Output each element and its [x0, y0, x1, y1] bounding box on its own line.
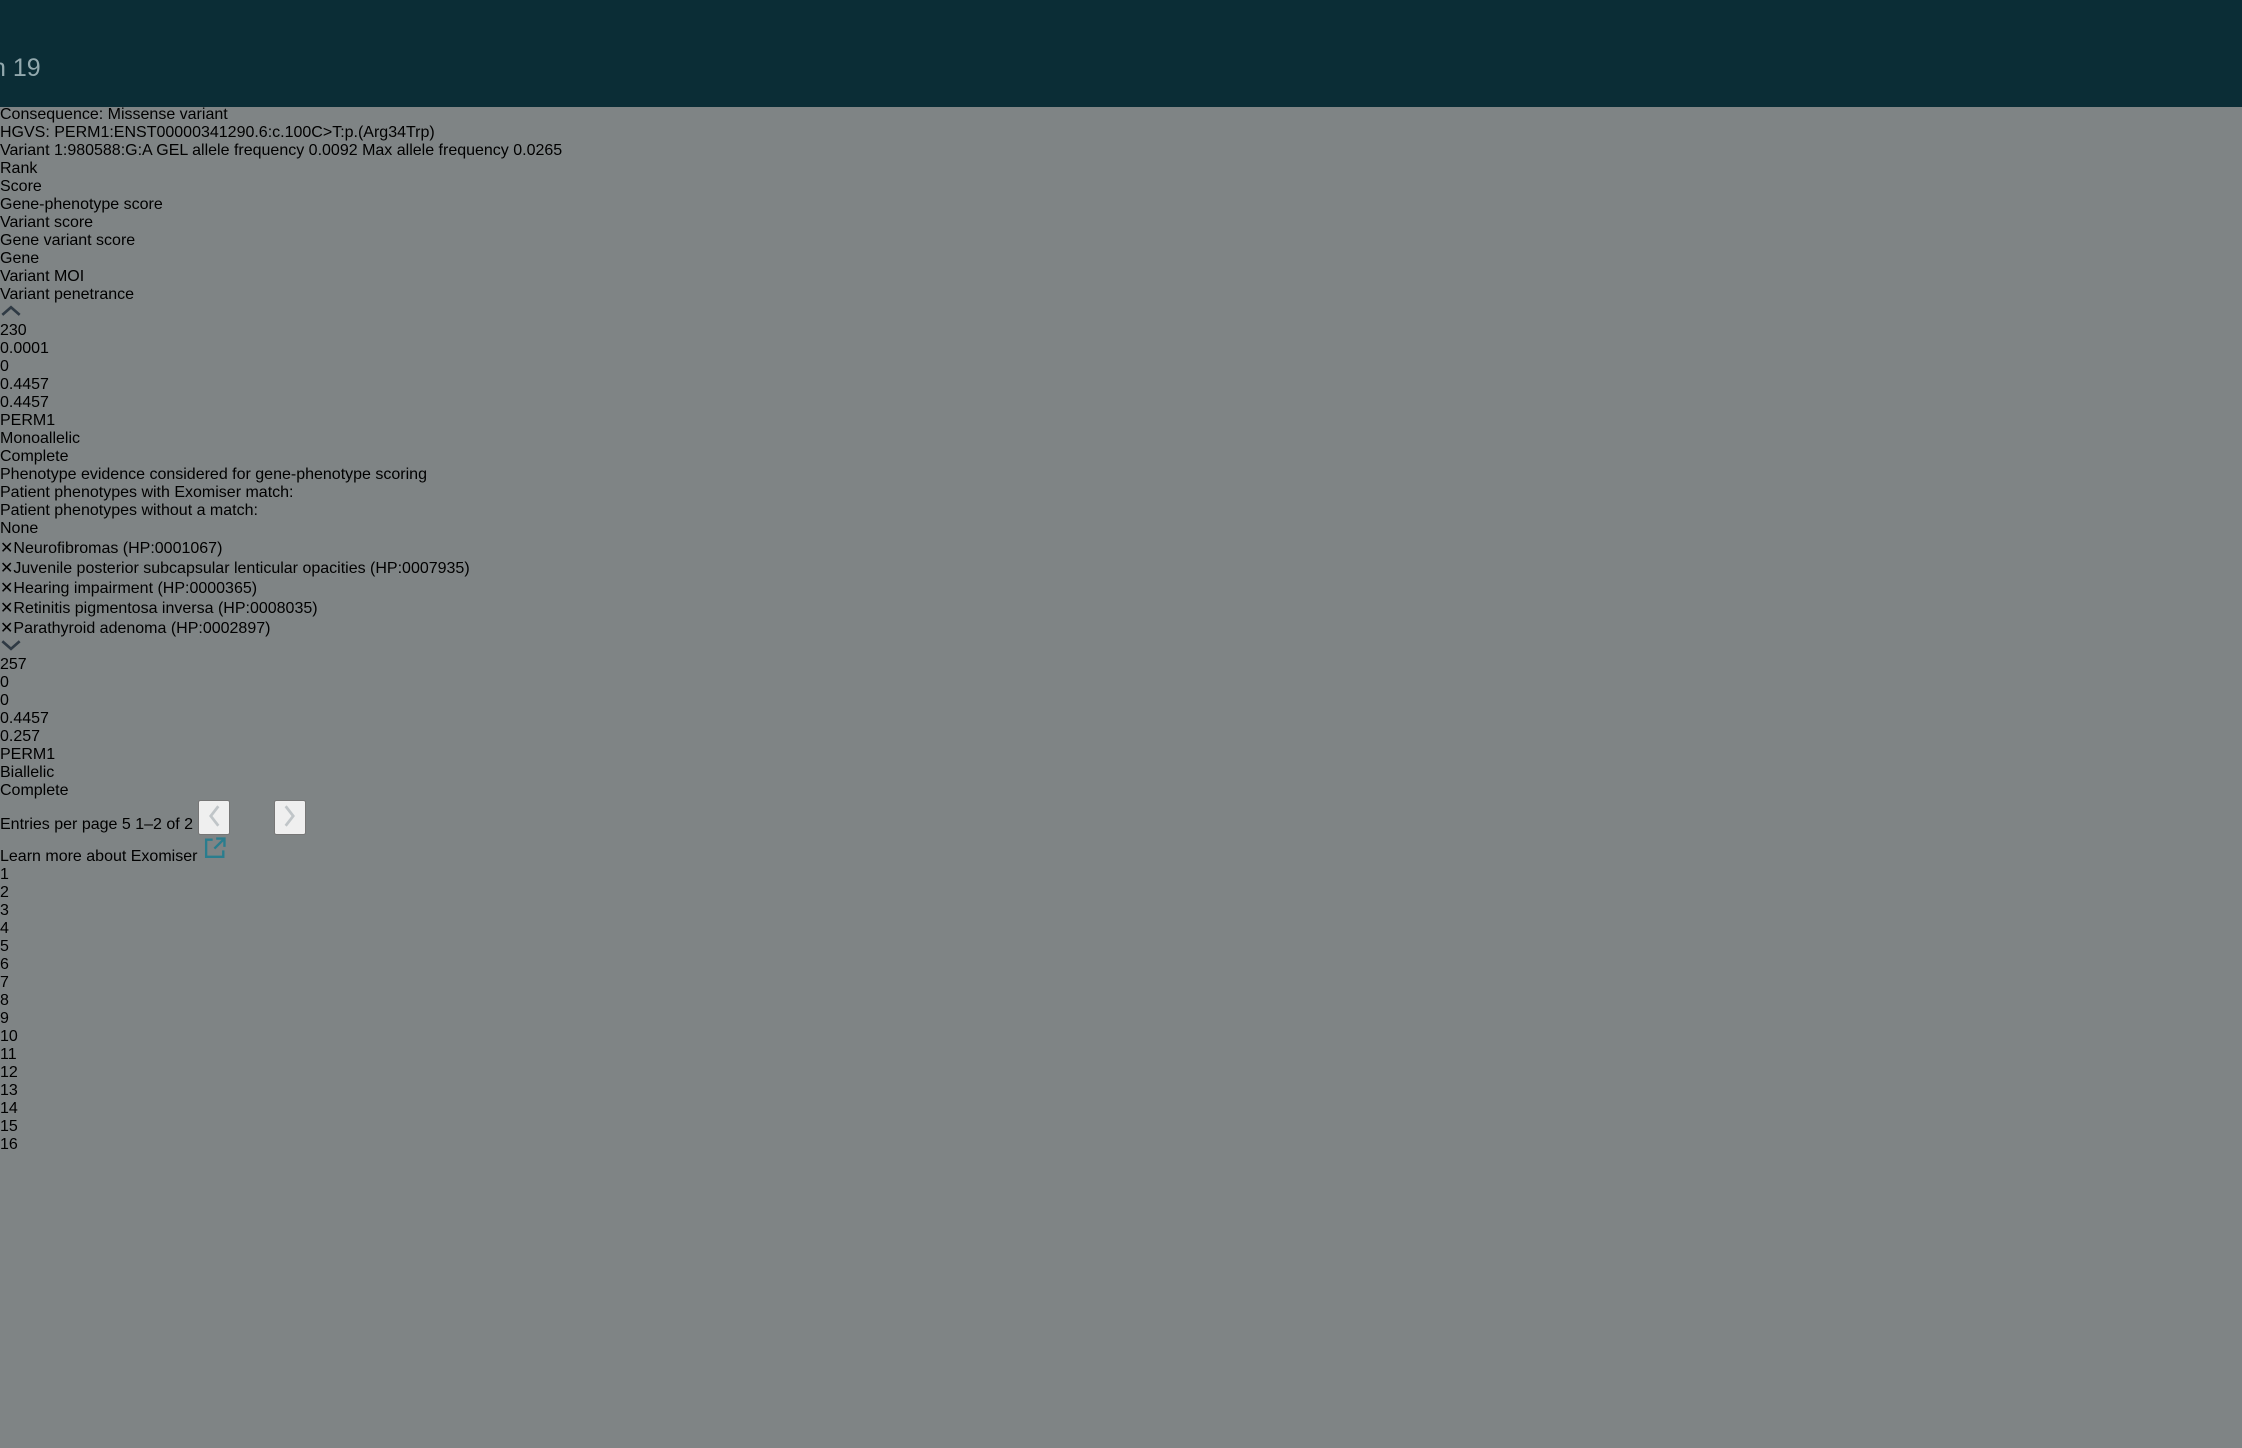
gene-variant-score-value: 0.4457 [0, 394, 2242, 412]
unmatched-phenotype-item: ✕Juvenile posterior subcapsular lenticul… [0, 558, 2242, 578]
rank-value: 230 [0, 322, 2242, 340]
col-header-gene-variant-score: Gene variant score [0, 232, 2242, 250]
frequency-line: Variant 1:980588:G:A GEL allele frequenc… [0, 142, 2242, 160]
variant-score-value: 0.4457 [0, 376, 2242, 394]
annotation-badge-8: 8 [0, 992, 2242, 1010]
rank-value: 257 [0, 656, 2242, 674]
chevron-right-icon [282, 803, 298, 829]
background-header-text: n 19 [0, 54, 41, 83]
expand-row-button[interactable] [0, 638, 2242, 656]
matched-phenotypes-value: None [0, 520, 2242, 538]
previous-page-button[interactable] [198, 800, 230, 835]
annotation-badge-4: 4 [0, 920, 2242, 938]
phenotype-evidence-heading: Phenotype evidence considered for gene-p… [0, 466, 2242, 484]
collapse-row-button[interactable] [0, 304, 2242, 322]
unmatched-phenotype-item: ✕Hearing impairment (HP:0000365) [0, 578, 2242, 598]
annotation-badge-14: 14 [0, 1100, 2242, 1118]
score-value: 0.0001 [0, 340, 2242, 358]
background-highlighted-row [0, 107, 43, 270]
col-header-variant-penetrance: Variant penetrance [0, 286, 2242, 304]
hgvs-line: HGVS: PERM1:ENST00000341290.6:c.100C>T:p… [0, 124, 2242, 142]
variant-moi-value: Monoallelic [0, 430, 2242, 448]
unmatched-phenotype-item: ✕Retinitis pigmentosa inversa (HP:000803… [0, 598, 2242, 618]
unmatched-phenotype-item: ✕Parathyroid adenoma (HP:0002897) [0, 618, 2242, 638]
gene-phenotype-score-value: 0 [0, 692, 2242, 710]
expanded-phenotype-panel: Phenotype evidence considered for gene-p… [0, 466, 2242, 638]
consequence-line: Consequence: Missense variant [0, 106, 2242, 124]
table-row-2: 257 0 0 0.4457 0.257 PERM1 Biallelic Com… [0, 638, 2242, 800]
variant-score-value: 0.4457 [0, 710, 2242, 728]
external-link-icon [202, 835, 228, 861]
entries-per-page-select[interactable]: 5 [122, 816, 135, 833]
background-app-header: n 19 [0, 0, 2242, 107]
pagination-range: 1–2 of 2 [135, 816, 193, 833]
col-header-score: Score [0, 178, 2242, 196]
annotation-badge-16: 16 [0, 1136, 2242, 1154]
annotation-badge-12: 12 [0, 1064, 2242, 1082]
gene-phenotype-score-value: 0 [0, 358, 2242, 376]
exomiser-table: Rank Score Gene-phenotype score Variant … [0, 160, 2242, 835]
next-page-button[interactable] [274, 800, 306, 835]
annotation-badge-1: 1 [0, 866, 2242, 884]
max-allele-frequency: Max allele frequency 0.0265 [362, 142, 562, 159]
annotation-badge-3: 3 [0, 902, 2242, 920]
annotation-badge-5: 5 [0, 938, 2242, 956]
background-table-left-edge [0, 107, 43, 1448]
score-value: 0 [0, 674, 2242, 692]
exomiser-dialog: Exomiser Variant evidence considered for… [0, 31, 2242, 1154]
annotation-badge-7: 7 [0, 974, 2242, 992]
col-header-gene-phenotype-score: Gene-phenotype score [0, 196, 2242, 214]
annotation-badge-13: 13 [0, 1082, 2242, 1100]
col-header-gene: Gene [0, 250, 2242, 268]
table-row-1: 230 0.0001 0 0.4457 0.4457 PERM1 Monoall… [0, 304, 2242, 466]
gene-variant-score-value: 0.257 [0, 728, 2242, 746]
chevron-left-icon [206, 803, 222, 829]
unmatched-phenotype-item: ✕Neurofibromas (HP:0001067) [0, 538, 2242, 558]
annotation-badge-6: 6 [0, 956, 2242, 974]
table-pagination: Entries per page 5 1–2 of 2 [0, 800, 2242, 835]
background-table-right-edge [2209, 107, 2242, 1448]
annotation-badge-9: 9 [0, 1010, 2242, 1028]
variant-penetrance-value: Complete [0, 448, 2242, 466]
matched-phenotypes-heading: Patient phenotypes with Exomiser match: [0, 484, 2242, 502]
unmatched-phenotypes-heading: Patient phenotypes without a match: [0, 502, 2242, 520]
annotation-badge-10: 10 [0, 1028, 2242, 1046]
col-header-variant-score: Variant score [0, 214, 2242, 232]
col-header-rank: Rank [0, 160, 2242, 178]
gel-allele-frequency: GEL allele frequency 0.0092 [156, 142, 357, 159]
col-header-variant-moi: Variant MOI [0, 268, 2242, 286]
table-header-row: Rank Score Gene-phenotype score Variant … [0, 160, 2242, 304]
annotation-badge-15: 15 [0, 1118, 2242, 1136]
variant-penetrance-value: Complete [0, 782, 2242, 800]
variant-moi-value: Biallelic [0, 764, 2242, 782]
annotation-badge-11: 11 [0, 1046, 2242, 1064]
annotation-badge-2: 2 [0, 884, 2242, 902]
